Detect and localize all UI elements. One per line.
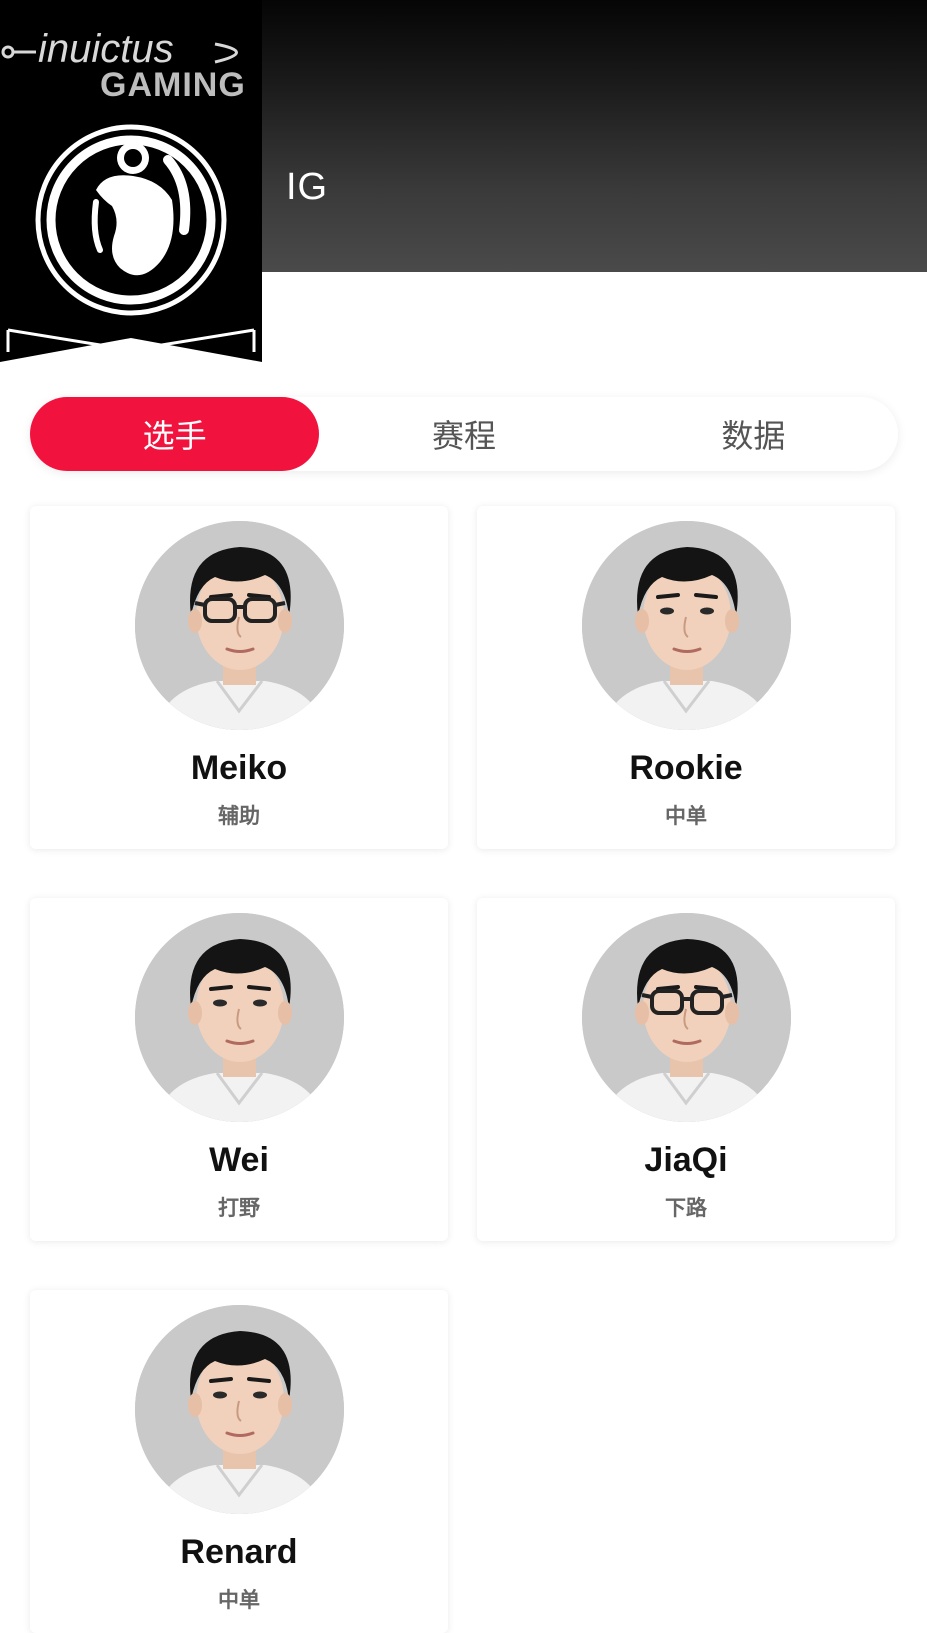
player-avatar bbox=[582, 913, 791, 1122]
tab-players[interactable]: 选手 bbox=[30, 397, 320, 471]
player-card-renard[interactable]: Renard 中单 bbox=[30, 1290, 448, 1633]
player-card-rookie[interactable]: Rookie 中单 bbox=[477, 506, 895, 849]
player-portrait bbox=[135, 1305, 344, 1514]
player-card-meiko[interactable]: Meiko 辅助 bbox=[30, 506, 448, 849]
player-avatar bbox=[582, 521, 791, 730]
section-tabs: 选手 赛程 数据 bbox=[30, 397, 898, 471]
player-name: Renard bbox=[180, 1533, 298, 1571]
team-name: IG bbox=[286, 166, 329, 208]
player-portrait bbox=[135, 913, 344, 1122]
player-name: Meiko bbox=[190, 749, 288, 787]
player-role: 辅助 bbox=[218, 805, 260, 828]
player-avatar bbox=[135, 521, 344, 730]
tab-stats[interactable]: 数据 bbox=[609, 397, 898, 471]
team-header: inuictus GAMING IG bbox=[0, 0, 927, 362]
player-avatar bbox=[135, 913, 344, 1122]
tab-schedule[interactable]: 赛程 bbox=[319, 397, 608, 471]
player-role: 打野 bbox=[218, 1197, 260, 1220]
player-name: Wei bbox=[209, 1141, 269, 1179]
team-logo: inuictus GAMING bbox=[0, 0, 262, 362]
player-role: 中单 bbox=[218, 1589, 260, 1612]
player-name: Rookie bbox=[629, 749, 743, 787]
player-portrait bbox=[582, 913, 791, 1122]
svg-text:GAMING: GAMING bbox=[100, 66, 246, 104]
player-card-wei[interactable]: Wei 打野 bbox=[30, 898, 448, 1241]
svg-text:inuictus: inuictus bbox=[38, 27, 174, 71]
player-portrait bbox=[582, 521, 791, 730]
player-role: 中单 bbox=[665, 805, 707, 828]
player-name: JiaQi bbox=[644, 1141, 728, 1179]
player-avatar bbox=[135, 1305, 344, 1514]
player-card-jiaqi[interactable]: JiaQi 下路 bbox=[477, 898, 895, 1241]
player-portrait bbox=[135, 521, 344, 730]
player-role: 下路 bbox=[665, 1197, 707, 1220]
